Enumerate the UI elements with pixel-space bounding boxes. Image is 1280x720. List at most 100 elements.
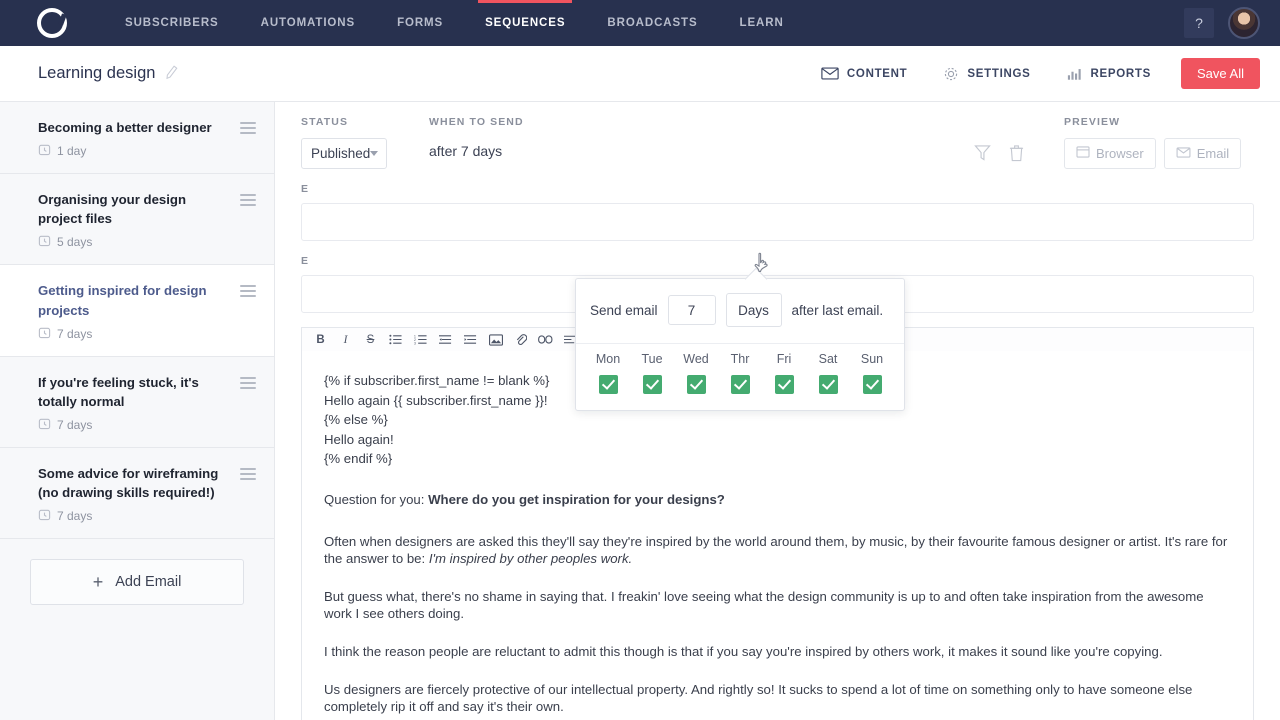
day-checkbox-sat[interactable]: [818, 375, 838, 394]
nav-item-subscribers[interactable]: SUBSCRIBERS: [104, 0, 240, 46]
italic-icon[interactable]: I: [333, 329, 358, 351]
paragraph-1-italic: I'm inspired by other peoples work.: [428, 550, 633, 566]
subheader-actions: CONTENT SETTINGS REPORTS Save All: [803, 58, 1260, 89]
drag-handle-icon[interactable]: [240, 467, 256, 480]
sidebar-item-email-4[interactable]: If you're feeling stuck, it's totally no…: [0, 356, 274, 448]
when-to-send-popover: Send email Days after last email. Mon Tu…: [575, 278, 905, 411]
clock-icon: [38, 143, 51, 159]
nav-item-automations[interactable]: AUTOMATIONS: [240, 0, 376, 46]
email-subject-input[interactable]: [301, 203, 1254, 241]
day-checkbox-thr[interactable]: [730, 375, 750, 394]
drag-handle-icon[interactable]: [240, 194, 256, 207]
email-preview-text-label: E: [301, 255, 310, 267]
clock-icon: [38, 326, 51, 342]
content-button-label: CONTENT: [846, 67, 908, 80]
trash-icon[interactable]: [1009, 144, 1024, 167]
email-subject-label: E: [301, 183, 310, 195]
help-button[interactable]: ?: [1184, 8, 1214, 38]
add-email-button[interactable]: + Add Email: [30, 559, 244, 606]
page-body: Becoming a better designer 1 day Organis…: [0, 102, 1280, 720]
liquid-line-5: {% endif %}: [324, 451, 393, 466]
settings-button[interactable]: SETTINGS: [925, 66, 1048, 82]
nav-item-broadcasts[interactable]: BROADCASTS: [586, 0, 718, 46]
email-delay-label: 1 day: [57, 144, 87, 159]
sidebar-item-email-1[interactable]: Becoming a better designer 1 day: [0, 102, 274, 175]
svg-text:3: 3: [414, 342, 416, 345]
email-delay-label: 7 days: [57, 417, 93, 432]
browser-window-icon: [1076, 146, 1090, 161]
strikethrough-icon[interactable]: S: [358, 329, 383, 351]
editor-paragraph-1: Often when designers are asked this they…: [324, 533, 1231, 567]
clock-icon: [38, 508, 51, 524]
envelope-icon: [821, 67, 839, 80]
add-email-container: + Add Email: [0, 539, 274, 625]
avatar[interactable]: [1228, 7, 1260, 39]
image-icon[interactable]: [483, 329, 508, 351]
page-subheader: Learning design CONTENT SETTINGS REPORTS…: [0, 46, 1280, 102]
day-checkbox-tue[interactable]: [642, 375, 662, 394]
editor-paragraph-3: I think the reason people are reluctant …: [324, 643, 1163, 659]
day-column-sat: Sat: [808, 352, 848, 394]
sidebar-item-email-5[interactable]: Some advice for wireframing (no drawing …: [0, 447, 274, 540]
day-column-tue: Tue: [632, 352, 672, 394]
day-checkbox-fri[interactable]: [774, 375, 794, 394]
day-checkbox-wed[interactable]: [686, 375, 706, 394]
pencil-icon[interactable]: [164, 64, 180, 83]
day-column-thr: Thr: [720, 352, 760, 394]
nav-item-forms[interactable]: FORMS: [376, 0, 464, 46]
add-email-label: Add Email: [115, 574, 182, 591]
email-text-block: If you're feeling stuck, it's totally no…: [38, 373, 240, 433]
save-all-button[interactable]: Save All: [1181, 58, 1260, 89]
day-checkbox-sun[interactable]: [862, 375, 882, 394]
drag-handle-icon[interactable]: [240, 376, 256, 389]
question-prefix: Question for you:: [324, 491, 429, 507]
content-button[interactable]: CONTENT: [803, 67, 925, 80]
status-select-value: Published: [311, 146, 371, 161]
bullet-list-icon[interactable]: [383, 329, 408, 351]
nav-item-sequences[interactable]: SEQUENCES: [464, 0, 586, 46]
nav-right-group: ?: [1184, 7, 1280, 39]
when-to-send-value[interactable]: after 7 days: [429, 138, 502, 159]
sidebar-item-email-2[interactable]: Organising your design project files 5 d…: [0, 174, 274, 266]
preview-email-button[interactable]: Email: [1163, 138, 1242, 169]
sidebar-item-email-3[interactable]: Getting inspired for design projects 7 d…: [0, 265, 274, 357]
day-checkbox-mon[interactable]: [598, 375, 618, 394]
delay-amount-input[interactable]: [667, 295, 716, 325]
nav-item-learn[interactable]: LEARN: [719, 0, 805, 46]
link-icon[interactable]: [533, 329, 558, 351]
sequence-email-sidebar: Becoming a better designer 1 day Organis…: [0, 102, 275, 720]
app-logo[interactable]: [0, 8, 104, 38]
primary-nav-items: SUBSCRIBERS AUTOMATIONS FORMS SEQUENCES …: [104, 0, 805, 46]
preview-browser-button[interactable]: Browser: [1064, 138, 1156, 169]
when-to-send-label: WHEN TO SEND: [429, 116, 524, 128]
gear-icon: [943, 66, 959, 82]
numbered-list-icon[interactable]: 123: [408, 329, 433, 351]
funnel-filter-icon[interactable]: [974, 144, 991, 167]
plus-icon: +: [92, 571, 104, 592]
preview-email-label: Email: [1196, 146, 1230, 161]
reports-button[interactable]: REPORTS: [1049, 67, 1170, 80]
indent-icon[interactable]: [458, 329, 483, 351]
status-select[interactable]: Published: [301, 138, 387, 169]
drag-handle-icon[interactable]: [240, 285, 256, 298]
preview-group: PREVIEW Browser Email: [1064, 116, 1254, 169]
attachment-icon[interactable]: [508, 329, 533, 351]
after-last-email-label: after last email.: [791, 302, 884, 318]
email-delay: 7 days: [38, 508, 232, 524]
bold-icon[interactable]: B: [308, 329, 333, 351]
day-column-fri: Fri: [764, 352, 804, 394]
page-title: Learning design: [38, 64, 156, 82]
email-text-block: Organising your design project files 5 d…: [38, 190, 240, 250]
drag-handle-icon[interactable]: [240, 122, 256, 134]
clock-icon: [38, 234, 51, 250]
send-email-label: Send email: [590, 302, 658, 318]
email-delay: 1 day: [38, 143, 232, 159]
email-delay-label: 5 days: [57, 235, 93, 250]
outdent-icon[interactable]: [433, 329, 458, 351]
email-actions: [974, 116, 1024, 169]
liquid-line-4: Hello again!: [324, 431, 394, 447]
email-settings-row: STATUS Published WHEN TO SEND after 7 da…: [275, 102, 1280, 169]
editor-paragraph-4: Us designers are fiercely protective of …: [324, 681, 1193, 714]
when-to-send-group: WHEN TO SEND after 7 days: [429, 116, 974, 169]
delay-unit-select[interactable]: Days: [725, 293, 782, 327]
